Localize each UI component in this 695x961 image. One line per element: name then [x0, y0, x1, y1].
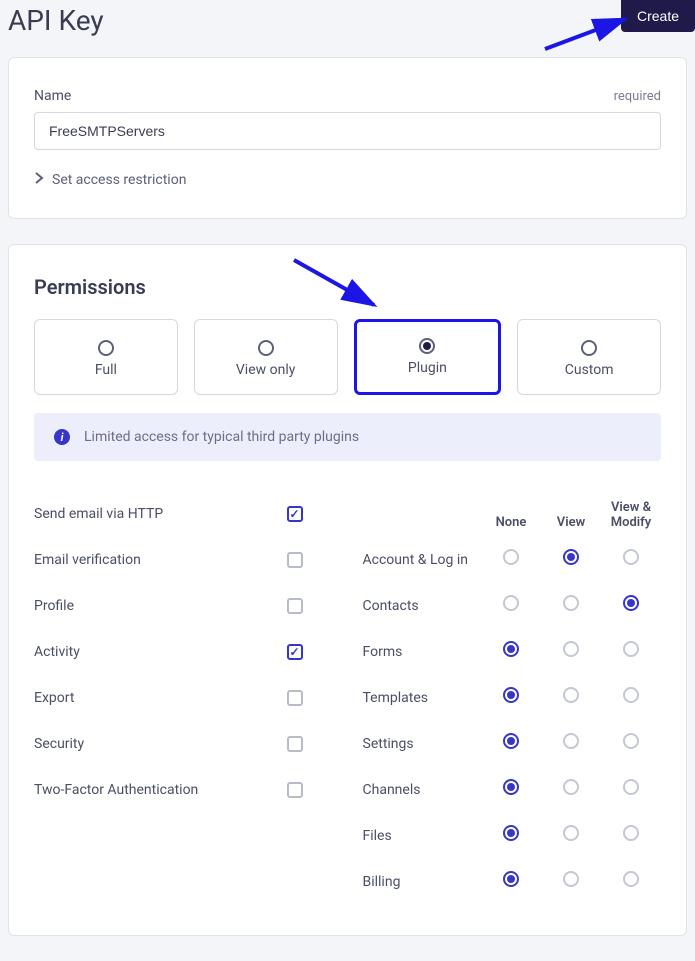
- radio-view[interactable]: [563, 549, 579, 565]
- right-column-header: None View View & Modify: [363, 491, 662, 531]
- radio-icon: [98, 340, 114, 356]
- permission-row: Export: [34, 675, 333, 721]
- radio-view_modify[interactable]: [623, 595, 639, 611]
- permission-row: Two-Factor Authentication: [34, 767, 333, 813]
- permission-row: Templates: [363, 675, 662, 721]
- radio-none[interactable]: [503, 687, 519, 703]
- permission-checkbox[interactable]: [287, 552, 303, 568]
- permission-label: Channels: [363, 782, 482, 798]
- permission-tabs: Full View only Plugin Custom: [34, 319, 661, 395]
- radio-none[interactable]: [503, 779, 519, 795]
- chevron-right-icon: [34, 172, 44, 188]
- info-icon: i: [54, 429, 70, 445]
- permission-label: Billing: [363, 874, 482, 890]
- permission-checkbox[interactable]: [287, 690, 303, 706]
- radio-view_modify[interactable]: [623, 687, 639, 703]
- radio-view_modify[interactable]: [623, 641, 639, 657]
- radio-none[interactable]: [503, 641, 519, 657]
- radio-none[interactable]: [503, 733, 519, 749]
- radio-view[interactable]: [563, 871, 579, 887]
- permission-label: Account & Log in: [363, 552, 482, 568]
- permission-label: Two-Factor Authentication: [34, 782, 287, 798]
- permissions-card: Permissions Full View only Plugin Custom i …: [8, 244, 687, 936]
- radio-icon: [258, 340, 274, 356]
- radio-icon: [581, 340, 597, 356]
- permission-row: Billing: [363, 859, 662, 905]
- set-access-restriction-toggle[interactable]: Set access restriction: [34, 172, 661, 188]
- permission-label: Contacts: [363, 598, 482, 614]
- name-input[interactable]: [34, 112, 661, 150]
- permission-checkbox[interactable]: [287, 506, 303, 522]
- permission-row: Files: [363, 813, 662, 859]
- radio-view_modify[interactable]: [623, 733, 639, 749]
- permission-label: Send email via HTTP: [34, 506, 287, 522]
- radio-view_modify[interactable]: [623, 549, 639, 565]
- tab-label: Full: [35, 362, 177, 378]
- permission-row: Email verification: [34, 537, 333, 583]
- access-restriction-label: Set access restriction: [52, 172, 186, 188]
- radio-none[interactable]: [503, 825, 519, 841]
- info-banner: i Limited access for typical third party…: [34, 413, 661, 461]
- radio-view[interactable]: [563, 779, 579, 795]
- tab-label: Custom: [518, 362, 660, 378]
- permission-row: Activity: [34, 629, 333, 675]
- permission-label: Forms: [363, 644, 482, 660]
- permission-row: Channels: [363, 767, 662, 813]
- permission-row: Send email via HTTP: [34, 491, 333, 537]
- permissions-title: Permissions: [34, 275, 661, 299]
- header-none: None: [481, 515, 541, 531]
- radio-icon: [419, 338, 435, 354]
- permission-label: Activity: [34, 644, 287, 660]
- permissions-left-column: Send email via HTTP Email verification Pro…: [34, 491, 333, 905]
- permission-label: Templates: [363, 690, 482, 706]
- radio-none[interactable]: [503, 595, 519, 611]
- permissions-right-column: None View View & Modify Account & Log in…: [363, 491, 662, 905]
- permission-label: Profile: [34, 598, 287, 614]
- radio-view[interactable]: [563, 733, 579, 749]
- tab-label: View only: [195, 362, 337, 378]
- permission-checkbox[interactable]: [287, 644, 303, 660]
- permission-row: Security: [34, 721, 333, 767]
- permission-row: Settings: [363, 721, 662, 767]
- permission-label: Export: [34, 690, 287, 706]
- radio-view[interactable]: [563, 687, 579, 703]
- header-view: View: [541, 515, 601, 531]
- radio-none[interactable]: [503, 871, 519, 887]
- radio-view[interactable]: [563, 825, 579, 841]
- radio-view_modify[interactable]: [623, 825, 639, 841]
- radio-view_modify[interactable]: [623, 871, 639, 887]
- permission-label: Security: [34, 736, 287, 752]
- name-label: Name: [34, 88, 71, 104]
- permission-label: Email verification: [34, 552, 287, 568]
- tab-label: Plugin: [357, 360, 499, 376]
- permission-checkbox[interactable]: [287, 736, 303, 752]
- permission-tab-view-only[interactable]: View only: [194, 319, 338, 395]
- permission-tab-custom[interactable]: Custom: [517, 319, 661, 395]
- radio-none[interactable]: [503, 549, 519, 565]
- permission-label: Files: [363, 828, 482, 844]
- radio-view_modify[interactable]: [623, 779, 639, 795]
- permission-row: Account & Log in: [363, 537, 662, 583]
- permission-row: Contacts: [363, 583, 662, 629]
- radio-view[interactable]: [563, 641, 579, 657]
- required-indicator: required: [614, 89, 661, 104]
- permission-row: Profile: [34, 583, 333, 629]
- permission-checkbox[interactable]: [287, 782, 303, 798]
- header-view-modify: View & Modify: [601, 500, 661, 531]
- permission-tab-plugin[interactable]: Plugin: [354, 319, 502, 395]
- page-title: API Key: [0, 0, 695, 47]
- info-text: Limited access for typical third party p…: [84, 429, 359, 445]
- create-button[interactable]: Create: [621, 0, 695, 32]
- permission-row: Forms: [363, 629, 662, 675]
- permission-tab-full[interactable]: Full: [34, 319, 178, 395]
- radio-view[interactable]: [563, 595, 579, 611]
- name-card: Name required Set access restriction: [8, 57, 687, 219]
- permission-label: Settings: [363, 736, 482, 752]
- permission-checkbox[interactable]: [287, 598, 303, 614]
